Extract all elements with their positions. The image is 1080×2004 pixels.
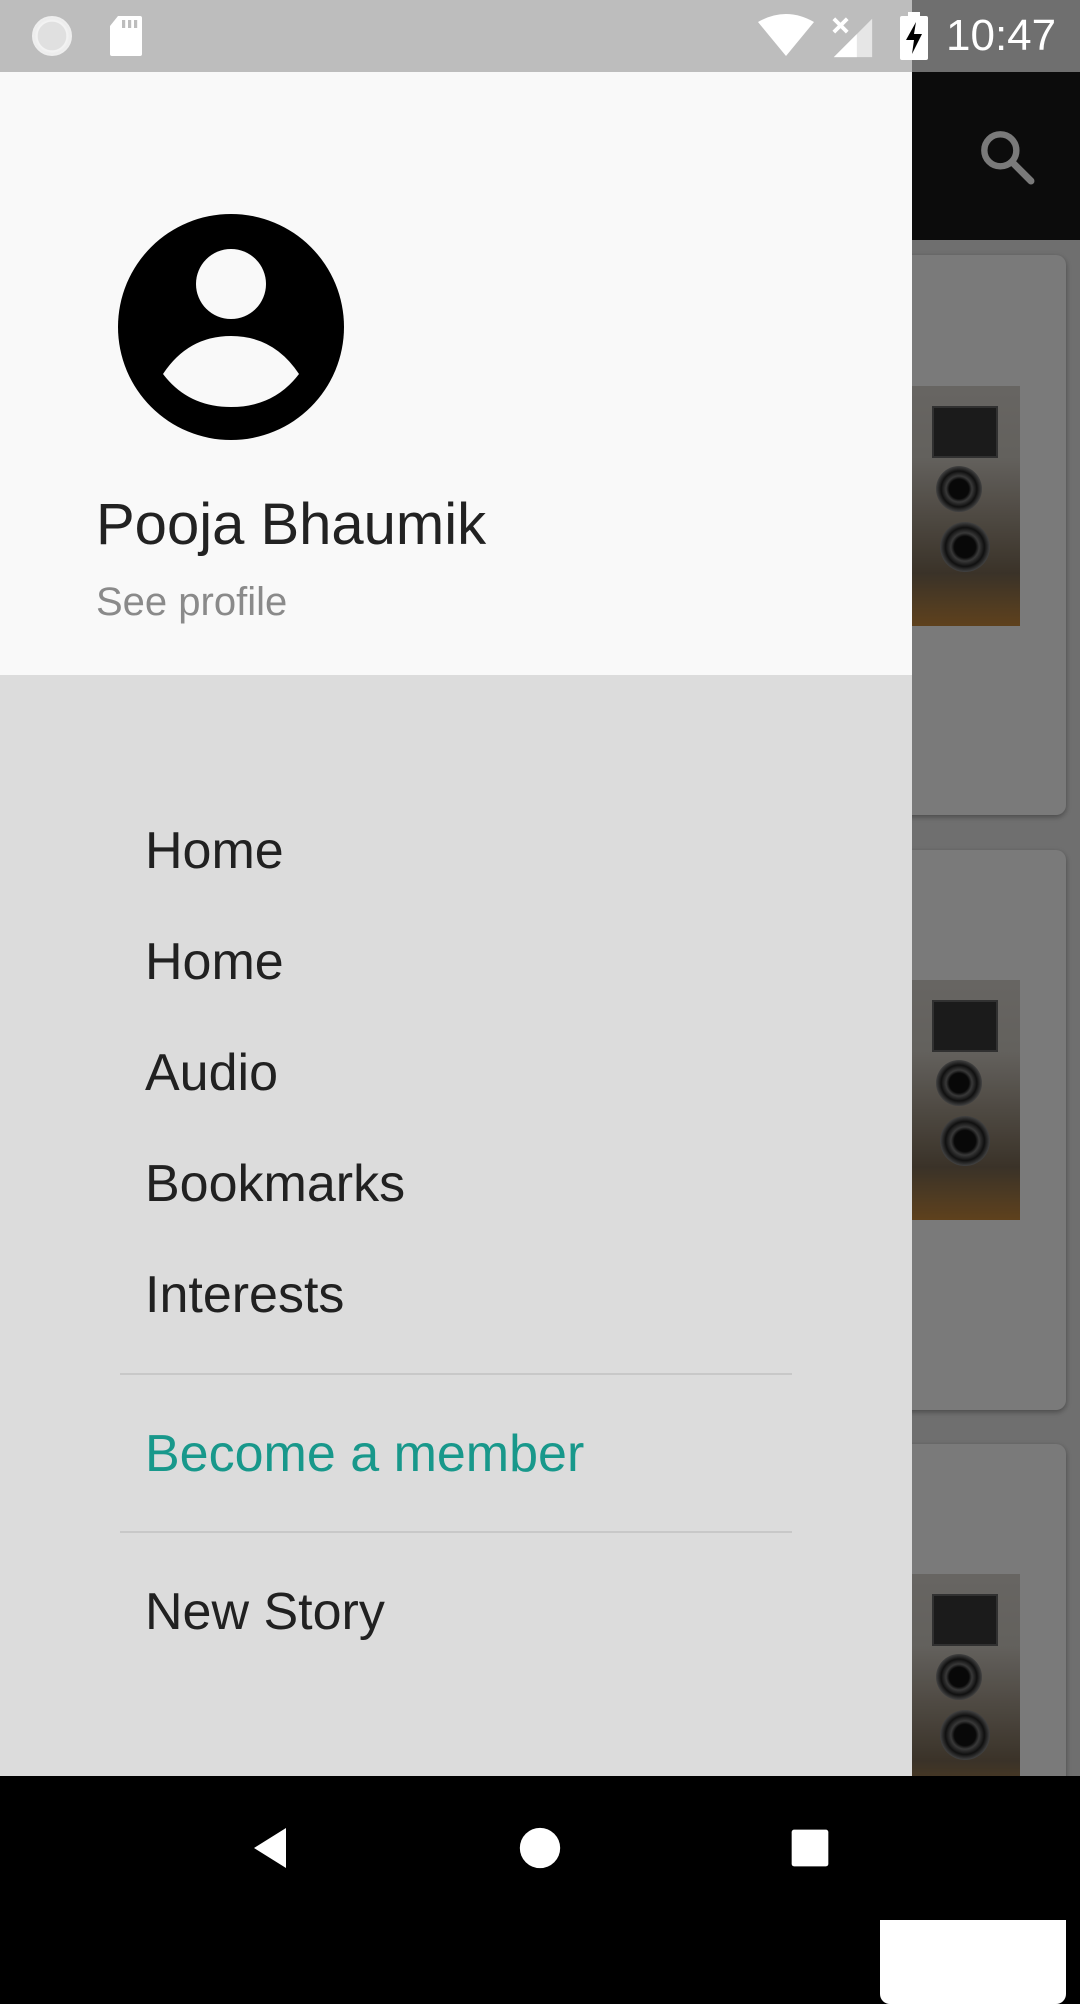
home-button[interactable] [504,1812,576,1884]
menu-item-home[interactable]: Home [145,819,284,883]
back-button[interactable] [234,1812,306,1884]
see-profile-link[interactable]: See profile [96,577,287,627]
menu-divider [120,1373,792,1375]
status-bar: 10:47 [0,0,1080,72]
navigation-drawer: Pooja Bhaumik See profile Home Home Audi… [0,72,912,1776]
menu-item-home-2[interactable]: Home [145,930,284,994]
sd-card-icon [110,16,142,56]
home-icon [519,1827,561,1869]
menu-item-audio[interactable]: Audio [145,1041,278,1105]
avatar-icon[interactable] [118,214,344,440]
menu-item-bookmarks[interactable]: Bookmarks [145,1152,405,1216]
recents-button[interactable] [774,1812,846,1884]
wifi-icon [758,14,814,56]
profile-name: Pooja Bhaumik [96,492,487,557]
battery-charging-icon [900,12,928,60]
sync-icon [32,16,72,56]
status-time: 10:47 [946,11,1057,60]
system-nav-bar [0,1776,1080,1920]
new-story-item[interactable]: New Story [145,1580,385,1644]
drawer-header[interactable]: Pooja Bhaumik See profile [0,72,912,675]
back-icon [254,1828,286,1868]
menu-item-interests[interactable]: Interests [145,1263,344,1327]
recents-icon [791,1829,829,1867]
signal-icon [832,17,873,58]
menu-divider [120,1531,792,1533]
become-member-link[interactable]: Become a member [145,1422,584,1486]
